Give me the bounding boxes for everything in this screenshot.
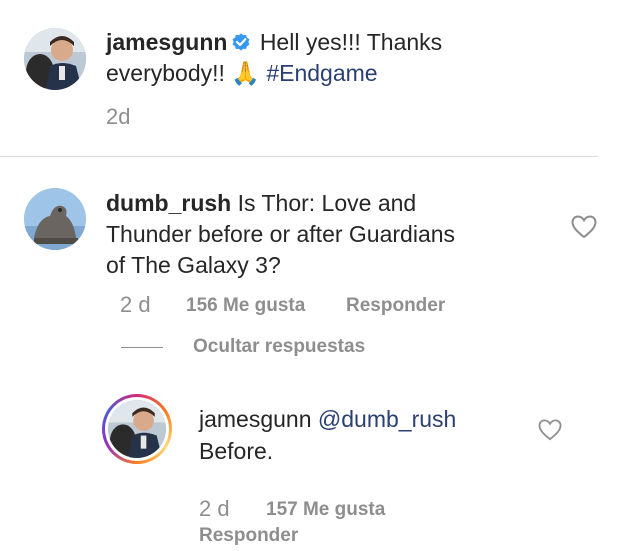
reply-author-avatar[interactable]	[108, 400, 166, 458]
post-caption-line2: everybody!! 🙏 #Endgame	[106, 58, 378, 89]
comment-like-count[interactable]: 156 Me gusta	[186, 295, 305, 317]
comment-line2: Thunder before or after Guardians	[106, 221, 456, 247]
reply-like-count[interactable]: 157 Me gusta	[266, 499, 385, 521]
comment-like-heart-icon[interactable]	[571, 215, 597, 239]
replies-line-divider	[121, 347, 163, 348]
reply-line1: jamesgunn @dumb_rush	[199, 404, 456, 434]
post-author-avatar[interactable]	[24, 28, 86, 90]
comment-line3: of The Galaxy 3?	[106, 252, 281, 278]
comment-timestamp: 2 d	[120, 292, 151, 317]
reply-text: Before.	[199, 438, 274, 464]
verified-badge-icon	[231, 32, 251, 52]
hide-replies-button[interactable]: Ocultar respuestas	[193, 336, 365, 358]
commenter-username[interactable]: dumb_rush	[106, 190, 231, 216]
post-caption-text: Hell yes!!! Thanks	[259, 29, 443, 55]
comment-reply-button[interactable]: Responder	[346, 295, 445, 317]
folded-hands-emoji: 🙏	[231, 61, 260, 87]
comments-screen: jamesgunn Hell yes!!! Thanks everybody!!…	[0, 0, 640, 551]
post-author-username[interactable]: jamesgunn	[106, 29, 227, 55]
reply-like-heart-icon[interactable]	[538, 419, 562, 441]
caption-divider	[0, 156, 598, 157]
comment-line1: dumb_rush Is Thor: Love and	[106, 188, 416, 218]
post-timestamp: 2d	[106, 104, 131, 129]
reply-reply-button[interactable]: Responder	[199, 525, 298, 547]
post-caption-line1: jamesgunn Hell yes!!! Thanks	[106, 27, 442, 57]
post-caption-text-cont: everybody!!	[106, 60, 225, 86]
comment-text-1: Is Thor: Love and	[237, 190, 417, 216]
endgame-hashtag-link[interactable]: #Endgame	[266, 60, 377, 86]
commenter-avatar[interactable]	[24, 188, 86, 250]
reply-timestamp: 2 d	[199, 496, 230, 521]
reply-mention-link[interactable]: @dumb_rush	[318, 406, 456, 432]
reply-author-username[interactable]: jamesgunn	[199, 406, 312, 432]
